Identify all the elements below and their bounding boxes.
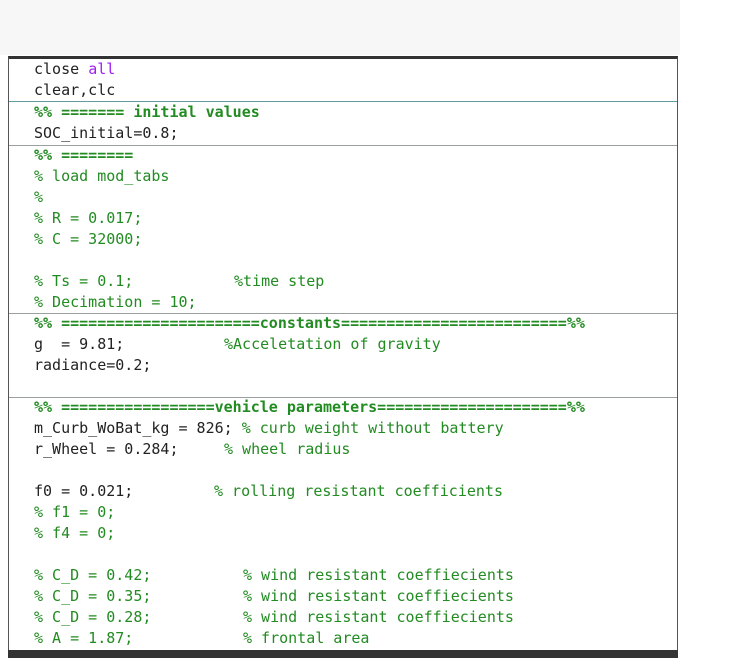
- comment-line[interactable]: % load mod_tabs: [34, 166, 169, 187]
- comment-line[interactable]: % C_D = 0.35;: [34, 586, 151, 607]
- inline-comment: % wheel radius: [224, 440, 351, 458]
- comment-line[interactable]: % C = 32000;: [34, 229, 142, 250]
- code-editor[interactable]: close all clear,clc %% ======= initial v…: [8, 56, 678, 650]
- code-line-17[interactable]: r_Wheel = 0.284;: [34, 439, 179, 460]
- cell-title-initial-values[interactable]: %% ======= initial values: [34, 102, 260, 123]
- editor-bottom-border: [8, 650, 678, 658]
- comment-line[interactable]: %: [34, 187, 43, 208]
- inline-comment: % wind resistant coeffiecients: [243, 608, 514, 626]
- code-line-13[interactable]: g = 9.81;: [34, 334, 124, 355]
- comment-line[interactable]: % C_D = 0.28;: [34, 607, 151, 628]
- inline-comment: % rolling resistant coefficients: [214, 482, 503, 500]
- cell-title-vehicle-parameters[interactable]: %% =================vehicle parameters==…: [34, 397, 585, 418]
- comment-line[interactable]: % f1 = 0;: [34, 502, 115, 523]
- inline-comment: % frontal area: [243, 629, 370, 647]
- cell-title-constants[interactable]: %% ======================constants======…: [34, 313, 585, 334]
- code-line-16[interactable]: m_Curb_WoBat_kg = 826; % curb weight wit…: [34, 418, 504, 439]
- code-line-14[interactable]: radiance=0.2;: [34, 355, 151, 376]
- comment-line[interactable]: % f4 = 0;: [34, 523, 115, 544]
- inline-comment: %time step: [234, 272, 325, 290]
- comment-line[interactable]: % Ts = 0.1;: [34, 271, 133, 292]
- window-top-area: [0, 0, 680, 55]
- inline-comment: % curb weight without battery: [241, 419, 504, 437]
- code-line-4[interactable]: SOC_initial=0.8;: [34, 123, 179, 144]
- inline-comment: % wind resistant coeffiecients: [243, 587, 514, 605]
- inline-comment: %Acceletation of gravity: [224, 335, 441, 353]
- comment-line[interactable]: % C_D = 0.42;: [34, 565, 151, 586]
- inline-comment: % wind resistant coeffiecients: [243, 566, 514, 584]
- cell-title-blank[interactable]: %% ========: [34, 145, 133, 166]
- comment-line[interactable]: % A = 1.87;: [34, 628, 133, 649]
- code-line-1[interactable]: close all: [34, 59, 115, 80]
- comment-line[interactable]: % Decimation = 10;: [34, 292, 197, 313]
- keyword: all: [88, 60, 116, 78]
- code-line-2[interactable]: clear,clc: [34, 80, 115, 101]
- comment-line[interactable]: % R = 0.017;: [34, 208, 142, 229]
- code-text: close: [34, 60, 89, 78]
- code-text: m_Curb_WoBat_kg = 826;: [34, 419, 242, 437]
- code-line-18[interactable]: f0 = 0.021;: [34, 481, 133, 502]
